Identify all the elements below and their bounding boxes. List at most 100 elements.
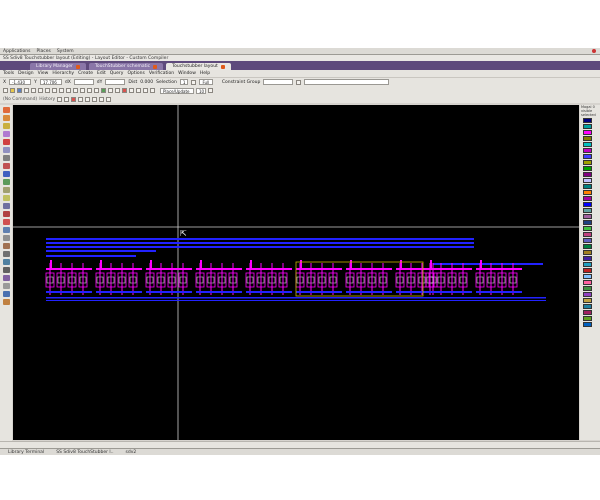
full-select-field[interactable]: Full — [198, 79, 213, 85]
layer-swatch[interactable] — [583, 226, 592, 231]
layer-swatch[interactable] — [583, 304, 592, 309]
measure-icon[interactable] — [2, 187, 10, 193]
path-icon[interactable] — [2, 131, 10, 137]
layer-swatch[interactable] — [583, 130, 592, 135]
markers-icon[interactable] — [2, 291, 10, 297]
close-icon[interactable] — [153, 64, 158, 69]
taskbar-item-layout[interactable]: SS Sdiv8 TouchStubber l.. — [56, 450, 113, 455]
paste-icon[interactable] — [59, 88, 64, 93]
menu-edit[interactable]: Edit — [97, 71, 106, 76]
save-icon[interactable] — [17, 88, 22, 93]
layer-swatch[interactable] — [583, 214, 592, 219]
zoom-level-field[interactable]: 10 — [196, 87, 206, 94]
layer-swatch[interactable] — [583, 160, 592, 165]
split-icon[interactable] — [106, 96, 112, 102]
open-icon[interactable] — [10, 88, 15, 93]
zoom-fit-icon[interactable] — [80, 88, 85, 93]
guard-ring-icon[interactable] — [2, 267, 10, 273]
layer-swatch[interactable] — [583, 124, 592, 129]
hierarchy-up-icon[interactable] — [129, 88, 134, 93]
menu-query[interactable]: Query — [110, 71, 124, 76]
pan-icon[interactable] — [87, 88, 92, 93]
layer-swatch[interactable] — [583, 118, 592, 123]
layer-swatch[interactable] — [583, 310, 592, 315]
layer-swatch[interactable] — [583, 286, 592, 291]
zoom-in-icon[interactable] — [66, 88, 71, 93]
layer-swatch[interactable] — [583, 172, 592, 177]
tap-icon[interactable] — [2, 275, 10, 281]
dy-field[interactable] — [105, 79, 126, 85]
hierarchy-down-icon[interactable] — [136, 88, 141, 93]
layer-swatch[interactable] — [583, 136, 592, 141]
tab-library-manager[interactable]: Library Manager — [30, 63, 86, 70]
tab-schematic[interactable]: TouchStubber schematic — [88, 63, 164, 70]
chevron-down-icon[interactable] — [208, 88, 213, 93]
properties-icon[interactable] — [2, 283, 10, 289]
layer-swatch[interactable] — [583, 208, 592, 213]
stretch-icon[interactable] — [64, 96, 70, 102]
menu-verification[interactable]: Verification — [149, 71, 174, 76]
layer-swatch[interactable] — [583, 280, 592, 285]
layer-swatch[interactable] — [583, 232, 592, 237]
zoom-out-icon[interactable] — [73, 88, 78, 93]
boolean-icon[interactable] — [2, 251, 10, 257]
taskbar-item-sdv2[interactable]: sdv2 — [126, 450, 137, 455]
layer-swatch[interactable] — [583, 190, 592, 195]
layer-swatch[interactable] — [583, 292, 592, 297]
menu-tools[interactable]: Tools — [3, 71, 14, 76]
selection-count[interactable]: 1 — [179, 79, 188, 85]
refresh-icon[interactable] — [143, 88, 148, 93]
array-icon[interactable] — [2, 259, 10, 265]
pin-icon[interactable] — [2, 163, 10, 169]
layer-swatch[interactable] — [583, 196, 592, 201]
ruler-tool-icon[interactable] — [2, 179, 10, 185]
move-icon[interactable] — [57, 96, 63, 102]
layer-swatch[interactable] — [583, 178, 592, 183]
place-mode-select[interactable]: Place/Update — [160, 87, 194, 94]
dx-field[interactable] — [73, 79, 94, 85]
pencil-icon[interactable] — [2, 107, 10, 113]
constraint-value-field[interactable] — [304, 79, 390, 85]
rotate-icon[interactable] — [85, 96, 91, 102]
layer-swatch[interactable] — [583, 148, 592, 153]
drc-icon[interactable] — [122, 88, 127, 93]
close-icon[interactable] — [75, 64, 80, 69]
selection-filter-icon[interactable] — [190, 79, 196, 85]
search-icon[interactable] — [115, 88, 120, 93]
tab-layout[interactable]: Touchstubber layout — [166, 63, 231, 70]
layer-swatch[interactable] — [583, 244, 592, 249]
new-icon[interactable] — [3, 88, 8, 93]
print-icon[interactable] — [24, 88, 29, 93]
label-icon[interactable] — [2, 155, 10, 161]
layer-swatch[interactable] — [583, 184, 592, 189]
x-coordinate-field[interactable]: -1.430 — [9, 79, 32, 85]
layer-swatch[interactable] — [583, 298, 592, 303]
grid-icon[interactable] — [101, 88, 106, 93]
align-icon[interactable] — [2, 203, 10, 209]
settings-icon[interactable] — [150, 88, 155, 93]
drc-tool-icon[interactable] — [2, 219, 10, 225]
flip-icon[interactable] — [92, 96, 98, 102]
menu-design[interactable]: Design — [18, 71, 34, 76]
panel-places[interactable]: Places — [37, 49, 51, 54]
highlight-icon[interactable] — [2, 195, 10, 201]
instance-icon[interactable] — [2, 147, 10, 153]
layer-swatch[interactable] — [583, 316, 592, 321]
menu-view[interactable]: View — [38, 71, 49, 76]
via-icon[interactable] — [2, 139, 10, 145]
connect-icon[interactable] — [2, 227, 10, 233]
layer-swatch[interactable] — [583, 238, 592, 243]
copy-icon[interactable] — [52, 88, 57, 93]
menu-hierarchy[interactable]: Hierarchy — [52, 71, 74, 76]
layer-swatch[interactable] — [583, 262, 592, 267]
menu-create[interactable]: Create — [78, 71, 93, 76]
chop-icon[interactable] — [2, 235, 10, 241]
size-icon[interactable] — [2, 243, 10, 249]
copy-shape-icon[interactable] — [78, 96, 84, 102]
close-icon[interactable] — [592, 49, 596, 53]
close-icon[interactable] — [220, 64, 225, 69]
redo-icon[interactable] — [38, 88, 43, 93]
cut-tool-icon[interactable] — [2, 211, 10, 217]
history-label[interactable]: History — [39, 97, 55, 102]
layer-swatch[interactable] — [583, 166, 592, 171]
